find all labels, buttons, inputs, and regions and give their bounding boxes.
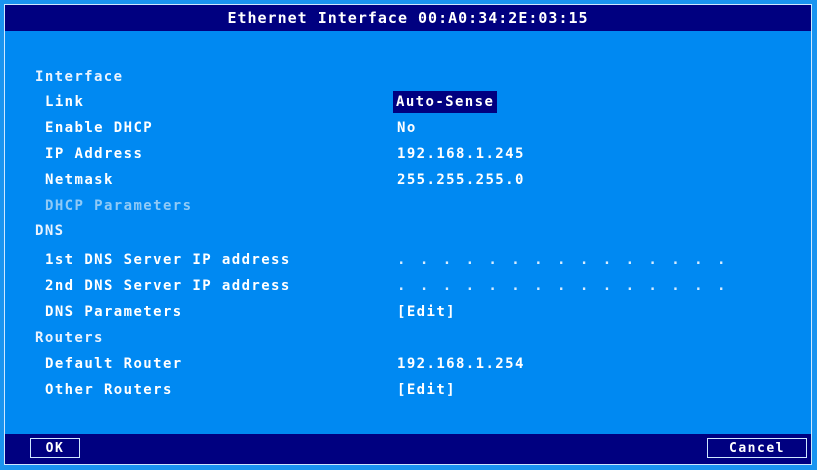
default-router-label: Default Router [45, 356, 183, 372]
dns1-field[interactable]: . . . . . . . . . . . . . . . [397, 249, 728, 271]
enable-dhcp-label: Enable DHCP [45, 120, 154, 136]
dns-parameters-edit-button[interactable]: [Edit] [397, 301, 456, 323]
section-interface: Interface [35, 69, 124, 85]
dialog-title: Ethernet Interface 00:A0:34:2E:03:15 [5, 5, 811, 31]
section-dns: DNS [35, 223, 65, 239]
dhcp-parameters-label: DHCP Parameters [45, 198, 193, 214]
link-label: Link [45, 94, 85, 110]
ok-button[interactable]: OK [30, 438, 80, 458]
dns-parameters-label: DNS Parameters [45, 304, 183, 320]
ip-address-label: IP Address [45, 146, 144, 162]
link-value[interactable]: Auto-Sense [393, 91, 498, 113]
ip-address-field[interactable]: 192.168.1.245 [397, 143, 525, 165]
default-router-field[interactable]: 192.168.1.254 [397, 353, 525, 375]
enable-dhcp-value[interactable]: No [397, 117, 417, 139]
dns1-label: 1st DNS Server IP address [45, 252, 291, 268]
dialog-frame: Ethernet Interface 00:A0:34:2E:03:15 Int… [4, 4, 812, 465]
button-bar: OK Cancel [5, 434, 811, 464]
section-routers: Routers [35, 330, 104, 346]
dns2-field[interactable]: . . . . . . . . . . . . . . . [397, 275, 728, 297]
netmask-field[interactable]: 255.255.255.0 [397, 169, 525, 191]
dns2-label: 2nd DNS Server IP address [45, 278, 291, 294]
other-routers-edit-button[interactable]: [Edit] [397, 379, 456, 401]
other-routers-label: Other Routers [45, 382, 173, 398]
cancel-button[interactable]: Cancel [707, 438, 807, 458]
netmask-label: Netmask [45, 172, 114, 188]
